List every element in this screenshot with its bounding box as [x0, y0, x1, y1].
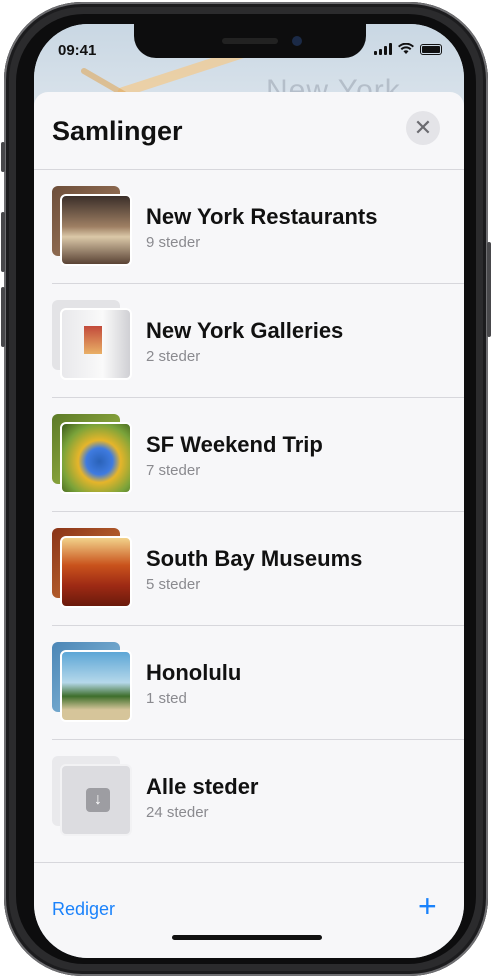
earpiece: [222, 38, 278, 44]
collection-count: 24 steder: [146, 804, 209, 821]
painting: [84, 326, 102, 354]
mute-switch: [1, 142, 5, 172]
status-indicators: [374, 43, 442, 55]
front-camera: [292, 36, 302, 46]
close-button[interactable]: ✕: [406, 111, 440, 145]
phone-frame: New York 09:41 Samlinger ✕ New York Rest…: [1, 2, 491, 976]
parrot-thumbnail: [60, 422, 132, 494]
home-indicator[interactable]: [172, 935, 322, 940]
volume-down-button: [1, 287, 5, 347]
collection-title: SF Weekend Trip: [146, 432, 323, 457]
restaurant-thumbnail: [60, 194, 132, 266]
collection-title: New York Restaurants: [146, 204, 378, 229]
collection-row[interactable]: South Bay Museums 5 steder: [34, 512, 464, 626]
sheet-title: Samlinger: [52, 116, 183, 146]
collection-title: Alle steder: [146, 774, 259, 799]
gallery-thumbnail: [60, 308, 132, 380]
collection-title: Honolulu: [146, 660, 242, 685]
add-collection-button[interactable]: +: [418, 888, 437, 924]
status-time: 09:41: [58, 42, 97, 59]
edit-button[interactable]: Rediger: [52, 899, 115, 920]
battery-icon: [420, 43, 442, 55]
collection-count: 1 sted: [146, 690, 187, 707]
collection-count: 2 steder: [146, 348, 201, 365]
theater-thumbnail: [60, 536, 132, 608]
volume-up-button: [1, 212, 5, 272]
collections-list: New York Restaurants 9 steder New York G…: [34, 170, 464, 854]
collection-count: 5 steder: [146, 576, 201, 593]
all-places-thumbnail: ↓: [60, 764, 132, 836]
collection-row[interactable]: ↓ Alle steder 24 steder: [34, 740, 464, 854]
collection-title: New York Galleries: [146, 318, 344, 343]
cellular-signal-icon: [374, 43, 392, 55]
wifi-icon: [398, 43, 414, 54]
collection-row[interactable]: SF Weekend Trip 7 steder: [34, 398, 464, 512]
notch: [134, 24, 366, 58]
collection-title: South Bay Museums: [146, 546, 363, 571]
download-icon: ↓: [86, 788, 110, 812]
side-button: [487, 242, 491, 337]
collection-count: 9 steder: [146, 234, 201, 251]
collection-row[interactable]: Honolulu 1 sted: [34, 626, 464, 740]
collections-sheet: Samlinger ✕ New York Restaurants 9 stede…: [34, 92, 464, 958]
beach-thumbnail: [60, 650, 132, 722]
collection-row[interactable]: New York Galleries 2 steder: [34, 284, 464, 398]
divider: [34, 862, 464, 863]
collection-row[interactable]: New York Restaurants 9 steder: [34, 170, 464, 284]
collection-count: 7 steder: [146, 462, 201, 479]
screen: New York 09:41 Samlinger ✕ New York Rest…: [34, 24, 464, 958]
